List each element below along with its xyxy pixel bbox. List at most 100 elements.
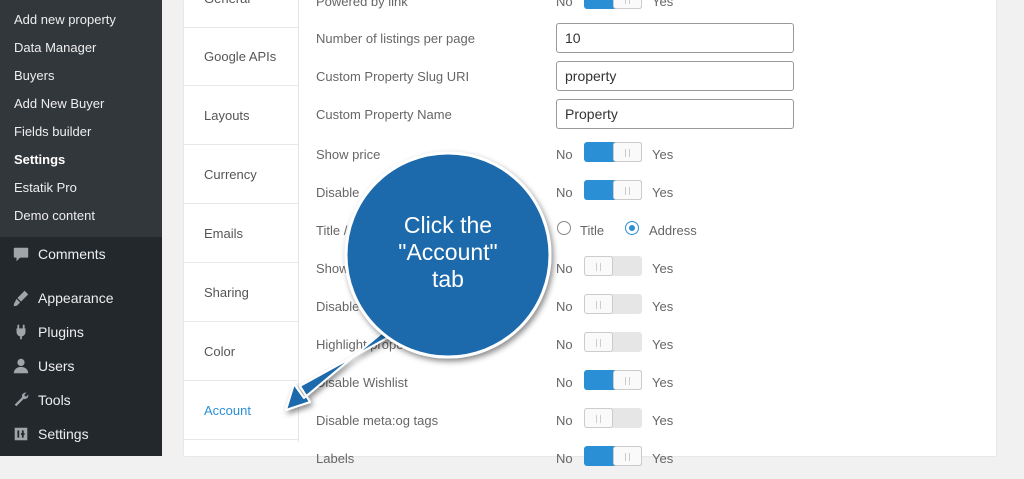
slug-uri-input[interactable] [556,61,794,91]
tab-google-apis[interactable]: Google APIs [184,28,298,86]
setting-label: Custom Property Name [316,107,452,122]
sidebar-item-settings[interactable]: Settings [0,417,162,451]
setting-label: Disable [316,299,360,314]
users-icon [12,357,30,375]
toggle-knob [613,370,642,390]
sidebar-item-label: Comments [38,246,106,262]
toggle-knob [613,142,642,162]
toggle-yes-label: Yes [652,375,674,390]
toggle-yes-label: Yes [652,451,674,466]
setting-slug-uri: Custom Property Slug URI [316,61,996,99]
sidebar-item-tools[interactable]: Tools [0,383,162,417]
toggle-no-label: No [556,147,573,162]
toggle-knob [613,446,642,466]
toggle-yes-label: Yes [652,299,674,314]
address-radio[interactable] [625,221,639,235]
setting-label: Show [316,261,349,276]
setting-label: Custom Property Slug URI [316,69,470,84]
wishlist-toggle[interactable] [584,370,642,390]
toggle-no-label: No [556,451,573,466]
disable-1-toggle[interactable] [584,180,642,200]
setting-highlight: Highlight property No Yes [316,327,996,365]
setting-listings-per-page: Number of listings per page [316,23,996,61]
setting-label: Powered by link [316,0,408,9]
title-radio[interactable] [557,221,571,235]
setting-powered-by: Powered by link No Yes [316,0,996,22]
toggle-no-label: No [556,375,573,390]
tools-icon [12,391,30,409]
submenu-add-new-property[interactable]: Add new property [0,6,162,34]
toggle-no-label: No [556,413,573,428]
setting-wishlist: Disable Wishlist No Yes [316,365,996,403]
callout-line: tab [432,266,464,292]
toggle-no-label: No [556,299,573,314]
admin-sidebar: Add new property Data Manager Buyers Add… [0,0,162,456]
toggle-yes-label: Yes [652,147,674,162]
sidebar-item-label: Settings [38,426,89,442]
sidebar-item-label: Users [38,358,75,374]
submenu-demo-content[interactable]: Demo content [0,202,162,230]
toggle-knob [613,180,642,200]
toggle-yes-label: Yes [652,0,674,9]
toggle-knob [584,256,613,276]
tab-account[interactable]: Account [184,382,298,440]
toggle-knob [584,294,613,314]
setting-label: Disable meta:og tags [316,413,439,428]
setting-disable-1: Disable No Yes [316,175,996,213]
setting-label: Number of listings per page [316,31,475,46]
show-2-toggle[interactable] [584,256,642,276]
submenu-data-manager[interactable]: Data Manager [0,34,162,62]
labels-toggle[interactable] [584,446,642,466]
toggle-no-label: No [556,337,573,352]
setting-labels: Labels No Yes [316,441,996,479]
tab-currency[interactable]: Currency [184,146,298,204]
listings-per-page-input[interactable] [556,23,794,53]
toggle-yes-label: Yes [652,261,674,276]
toggle-knob [613,0,642,9]
toggle-yes-label: Yes [652,337,674,352]
toggle-no-label: No [556,261,573,276]
address-radio-label: Address [649,223,697,238]
toggle-yes-label: Yes [652,413,674,428]
submenu-add-new-buyer[interactable]: Add New Buyer [0,90,162,118]
show-price-toggle[interactable] [584,142,642,162]
disable-3-toggle[interactable] [584,294,642,314]
highlight-toggle[interactable] [584,332,642,352]
tab-sharing[interactable]: Sharing [184,264,298,322]
setting-label: Show price [316,147,381,162]
property-name-input[interactable] [556,99,794,129]
settings-tabs: General Google APIs Layouts Currency Ema… [184,0,299,442]
setting-label: Title / [316,223,348,238]
title-radio-label: Title [580,223,605,238]
submenu-settings[interactable]: Settings [0,146,162,174]
tab-general[interactable]: General [184,0,298,28]
sidebar-item-label: Plugins [38,324,84,340]
setting-label: Highlight property [316,337,418,352]
setting-label: Disable [316,185,360,200]
setting-label: Labels [316,451,355,466]
settings-icon [12,425,30,443]
tab-color[interactable]: Color [184,323,298,381]
setting-disable-3: Disable No Yes [316,289,996,327]
meta-og-toggle[interactable] [584,408,642,428]
toggle-knob [584,408,613,428]
sidebar-item-appearance[interactable]: Appearance [0,281,162,315]
callout-text: Click the "Account" tab [360,212,536,293]
sidebar-item-label: Appearance [38,290,114,306]
submenu-fields-builder[interactable]: Fields builder [0,118,162,146]
sidebar-item-plugins[interactable]: Plugins [0,315,162,349]
sidebar-item-users[interactable]: Users [0,349,162,383]
tab-layouts[interactable]: Layouts [184,87,298,145]
submenu-buyers[interactable]: Buyers [0,62,162,90]
powered-by-toggle[interactable] [584,0,642,9]
setting-meta-og: Disable meta:og tags No Yes [316,403,996,441]
callout-line: "Account" [398,239,498,265]
sidebar-submenu: Add new property Data Manager Buyers Add… [0,0,162,237]
sidebar-item-comments[interactable]: Comments [0,237,162,271]
tab-emails[interactable]: Emails [184,205,298,263]
toggle-yes-label: Yes [652,185,674,200]
submenu-estatik-pro[interactable]: Estatik Pro [0,174,162,202]
setting-property-name: Custom Property Name [316,99,996,137]
appearance-icon [12,289,30,307]
toggle-knob [584,332,613,352]
